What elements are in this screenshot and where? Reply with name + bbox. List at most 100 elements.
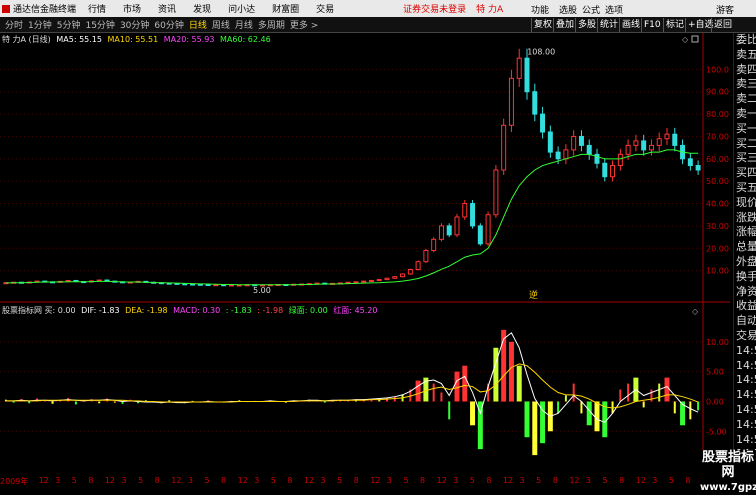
date-tick-label: 12: [38, 476, 49, 485]
date-tick-label: 8: [420, 476, 426, 485]
candle-body: [431, 238, 437, 252]
date-tick-label: 12: [104, 476, 116, 485]
date-tick-label: 5: [337, 476, 343, 485]
date-tick-label: 12: [171, 476, 182, 485]
date-tick-label: 8: [154, 476, 160, 485]
candle-body: [625, 144, 631, 155]
side-panel-item: 14:50: [736, 358, 756, 372]
current-stock-name: 特 力A: [476, 5, 504, 15]
period-daily[interactable]: 日线: [189, 18, 207, 31]
date-tick-label: 5: [270, 476, 276, 485]
period-toolbar: 分时 1分钟 5分钟 15分钟 30分钟 60分钟 日线 周线 月线 多周期 更…: [0, 17, 756, 33]
green-area-value: 绿面: 0.00: [288, 306, 328, 315]
menu-item-discover[interactable]: 发现: [193, 2, 211, 15]
stock-title: 特 力A (日线): [2, 35, 51, 44]
menu-item-wealth[interactable]: 财富圈: [272, 2, 299, 15]
login-warning[interactable]: 证券交易未登录: [403, 2, 466, 15]
candle-body: [508, 77, 514, 126]
date-tick-label: 3: [320, 476, 326, 485]
candle-body: [205, 284, 211, 287]
indicator-settings-icon[interactable]: ◇: [692, 307, 699, 316]
candle-body: [493, 169, 499, 216]
dea-value: DEA: -1.98: [125, 306, 168, 315]
date-tick-label: 8: [685, 476, 691, 485]
date-tick-label: 8: [619, 476, 625, 485]
quote-side-panel: 委比 卖五 卖四 卖三 卖二 卖一 买一 买二 买三 买四 买五 现价 涨跌 涨幅 总量 外盘 换手 净资 收益 自动…: [733, 33, 756, 487]
period-5min[interactable]: 5分钟: [57, 18, 81, 31]
candle-body: [415, 261, 421, 271]
site-watermark: 股票指标网 www.7gpzb.com: [700, 450, 756, 495]
side-panel-item: 净资: [736, 284, 756, 298]
side-panel-item: 卖三: [736, 77, 756, 91]
period-multi[interactable]: 多周期: [258, 18, 285, 31]
date-tick-label: 3: [453, 476, 459, 485]
candle-body: [571, 135, 577, 151]
macd-tick-label: 0.00: [706, 397, 724, 406]
ma20-value: MA20: 55.93: [163, 35, 215, 44]
candle-body: [610, 165, 616, 178]
date-tick-label: 3: [121, 476, 127, 485]
period-more[interactable]: 更多 >: [290, 18, 318, 31]
user-guest[interactable]: 游客: [716, 3, 734, 16]
restore-rights-button[interactable]: 复权: [531, 18, 554, 32]
period-15min[interactable]: 15分钟: [85, 18, 114, 31]
red-line-value: : -1.98: [257, 306, 284, 315]
price-axis: 100.0 90.00 80.00 70.00 60.00 50.00 40.00 30.00…: [706, 65, 729, 275]
chart-grid: [0, 68, 703, 432]
date-tick-label: 5: [602, 476, 608, 485]
period-monthly[interactable]: 月线: [235, 18, 253, 31]
candle-body: [485, 214, 491, 245]
ma5-value: MA5: 55.15: [56, 35, 102, 44]
date-tick-label: 12: [569, 476, 580, 485]
back-button[interactable]: 返回: [711, 18, 734, 32]
menu-item-assistant[interactable]: 问小达: [228, 2, 255, 15]
candle-body: [423, 250, 429, 263]
dif-value: DIF: -1.83: [81, 306, 120, 315]
menu-item-trade[interactable]: 交易: [316, 2, 334, 15]
date-tick-label: 8: [287, 476, 293, 485]
menu-formula[interactable]: 公式: [582, 3, 600, 16]
macd-tick-label: -5.00: [706, 427, 727, 436]
period-1min[interactable]: 1分钟: [28, 18, 52, 31]
mark-button[interactable]: 标记: [663, 18, 686, 32]
kline-chart[interactable]: 100.0 90.00 80.00 70.00 60.00 50.00 40.00 30.00…: [0, 33, 730, 480]
candle-body: [547, 131, 553, 153]
menu-item-quotes[interactable]: 行情: [88, 2, 106, 15]
menu-options[interactable]: 选项: [605, 3, 623, 16]
side-panel-item: 14:50: [736, 343, 756, 357]
side-panel-item: 换手: [736, 269, 756, 283]
candle-body: [197, 283, 203, 286]
candle-body: [470, 203, 476, 227]
settings-icon[interactable]: ◇: [682, 35, 689, 44]
menu-stock-picker[interactable]: 选股: [559, 3, 577, 16]
f10-button[interactable]: F10: [641, 18, 663, 32]
statistics-button[interactable]: 统计: [597, 18, 620, 32]
low-price-label: 5.00: [253, 286, 271, 295]
date-tick-label: 8: [353, 476, 359, 485]
menu-function[interactable]: 功能: [531, 3, 549, 16]
app-logo-icon: [2, 4, 10, 13]
side-panel-item: 自动: [736, 314, 756, 328]
period-weekly[interactable]: 周线: [212, 18, 230, 31]
date-tick-label: 12: [635, 476, 646, 485]
price-tick-label: 30.00: [706, 222, 729, 231]
menu-item-news[interactable]: 资讯: [158, 2, 176, 15]
date-tick-label: 3: [652, 476, 658, 485]
candle-body: [376, 279, 382, 282]
candle-body: [578, 135, 584, 146]
date-tick-label: 12: [237, 476, 248, 485]
maximize-icon[interactable]: [691, 35, 699, 43]
multi-stock-button[interactable]: 多股: [575, 18, 598, 32]
side-panel-item: 涨幅: [736, 225, 756, 239]
menu-item-market[interactable]: 市场: [123, 2, 141, 15]
period-30min[interactable]: 30分钟: [120, 18, 149, 31]
draw-line-button[interactable]: 画线: [619, 18, 642, 32]
side-panel-item: 交易: [736, 328, 756, 342]
macd-axis: 10.00 5.00 0.00 -5.00: [706, 338, 729, 436]
period-60min[interactable]: 60分钟: [154, 18, 183, 31]
date-tick-label: 8: [486, 476, 492, 485]
period-intraday[interactable]: 分时: [5, 18, 23, 31]
overlay-button[interactable]: 叠加: [553, 18, 576, 32]
side-panel-item: 现价: [736, 195, 756, 209]
candle-body: [368, 279, 374, 282]
